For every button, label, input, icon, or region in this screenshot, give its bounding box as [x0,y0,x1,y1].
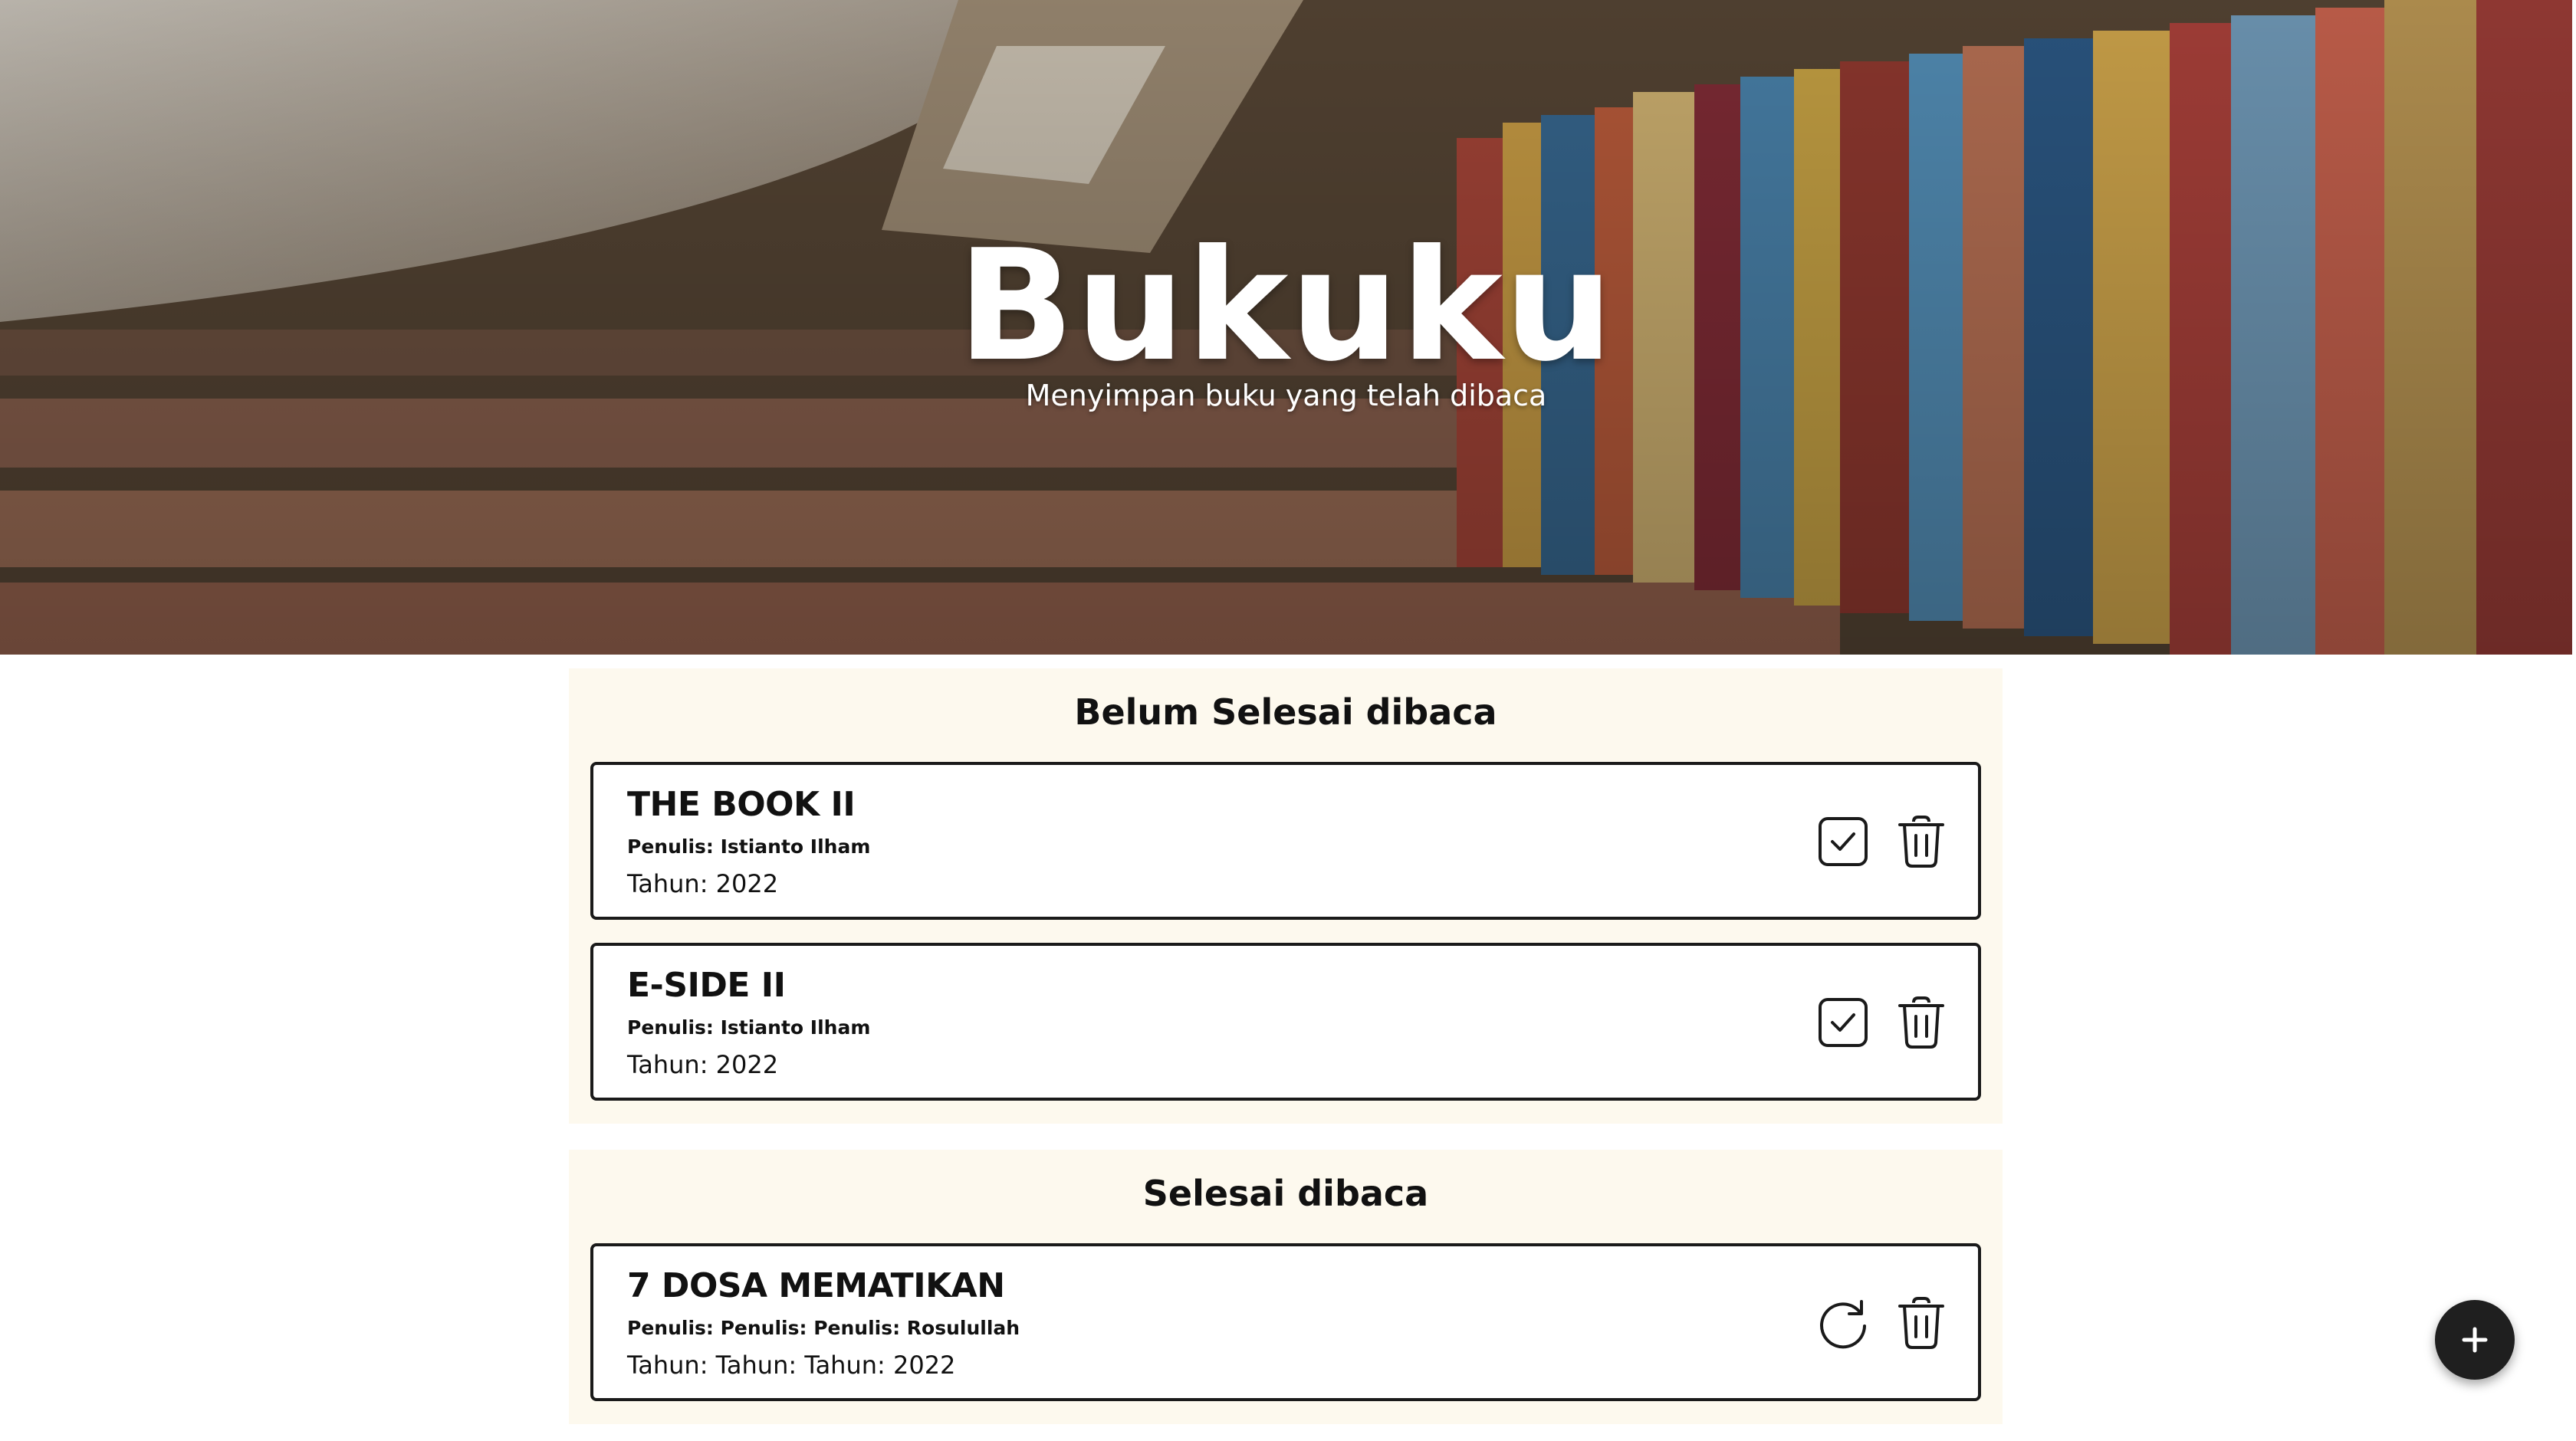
book-title: E-SIDE II [627,966,786,1005]
section-heading-unread: Belum Selesai dibaca [1074,691,1497,733]
refresh-icon[interactable] [1817,1295,1869,1351]
book-card: 7 DOSA MEMATIKAN Penulis: Penulis: Penul… [590,1243,1981,1401]
unread-books-section: Belum Selesai dibaca THE BOOK II Penulis… [569,668,2003,1124]
book-author: Penulis: Penulis: Penulis: Rosulullah [627,1317,1020,1339]
book-actions [1817,995,1947,1050]
book-title: THE BOOK II [627,785,856,824]
trash-icon[interactable] [1895,995,1947,1050]
book-year: Tahun: Tahun: Tahun: 2022 [627,1351,956,1380]
section-heading-read: Selesai dibaca [1142,1173,1429,1214]
check-square-icon[interactable] [1817,995,1869,1050]
book-card: THE BOOK II Penulis: Istianto Ilham Tahu… [590,762,1981,920]
book-year: Tahun: 2022 [627,1050,779,1079]
book-card: E-SIDE II Penulis: Istianto Ilham Tahun:… [590,943,1981,1101]
hero-banner: Bukuku Menyimpan buku yang telah dibaca [0,0,2572,655]
book-title: 7 DOSA MEMATIKAN [627,1266,1005,1305]
app-title: Bukuku [957,217,1615,396]
read-books-section: Selesai dibaca 7 DOSA MEMATIKAN Penulis:… [569,1150,2003,1424]
check-square-icon[interactable] [1817,814,1869,869]
book-author: Penulis: Istianto Ilham [627,1016,871,1039]
trash-icon[interactable] [1895,814,1947,869]
book-actions [1817,814,1947,869]
app-subtitle: Menyimpan buku yang telah dibaca [1025,379,1547,412]
trash-icon[interactable] [1895,1295,1947,1351]
add-book-button[interactable] [2435,1300,2515,1380]
book-year: Tahun: 2022 [627,869,779,898]
book-actions [1817,1295,1947,1351]
book-author: Penulis: Istianto Ilham [627,835,871,858]
plus-icon [2462,1327,2488,1353]
